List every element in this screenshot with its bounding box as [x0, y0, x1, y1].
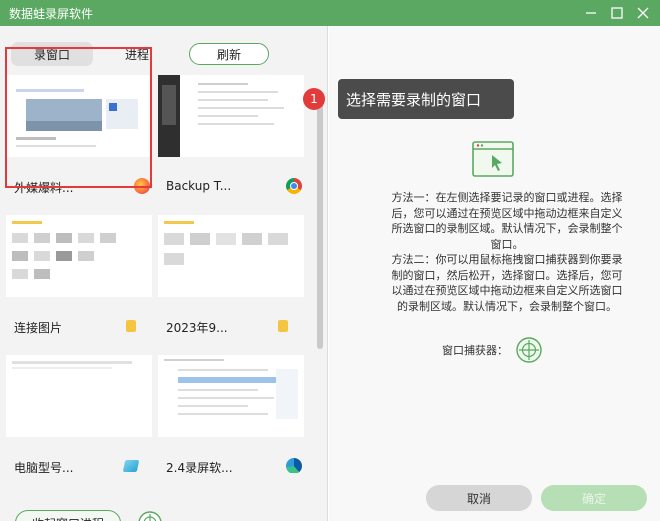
window-card-label: 2.4录屏软... — [166, 461, 233, 473]
window-card-label: 2023年9... — [166, 321, 228, 335]
window-list-panel: 录窗口 进程 刷新 外媒爆料... Backup T... 连接图片 2023年… — [0, 26, 328, 521]
window-card-label: 电脑型号... — [14, 461, 74, 473]
window-capturer-label: 窗口捕获器： — [442, 344, 508, 357]
instruction-method2: 方法二：你可以用鼠标拖拽窗口捕获器到你要录制的窗口，然后松开，选择窗口。选择后，… — [391, 253, 623, 313]
confirm-button[interactable]: 确定 — [541, 485, 647, 511]
note-icon — [122, 460, 140, 472]
window-list-scrollbar[interactable] — [316, 99, 324, 473]
chrome-icon — [286, 178, 302, 194]
tab-record-window[interactable]: 录窗口 — [11, 42, 93, 66]
window-grid: 外媒爆料... Backup T... 连接图片 2023年9... 电脑型号.… — [0, 69, 328, 473]
folder-icon — [278, 320, 288, 332]
instruction-method1: 方法一：在左侧选择要记录的窗口或进程。选择后，您可以通过在预览区域中拖动边框来自… — [391, 191, 623, 251]
window-thumbnail — [6, 355, 152, 437]
left-footer: 收起窗口进程 — [0, 496, 328, 521]
window-card-label: Backup T... — [166, 179, 232, 193]
window-select-icon — [472, 141, 514, 177]
window-thumbnail — [158, 355, 304, 437]
title-bar: 数据蛙录屏软件 — [0, 0, 660, 26]
scrollbar-thumb[interactable] — [317, 99, 323, 349]
window-card-label: 外媒爆料... — [14, 181, 74, 195]
step-badge: 1 — [303, 88, 325, 110]
tab-process[interactable]: 进程 — [96, 42, 178, 66]
close-button[interactable] — [630, 0, 656, 26]
cancel-button[interactable]: 取消 — [426, 485, 532, 511]
firefox-icon — [134, 178, 150, 194]
window-card-label: 连接图片 — [14, 321, 63, 335]
window-thumbnail — [158, 215, 304, 297]
tooltip: 选择需要录制的窗口 — [338, 79, 514, 119]
folder-icon — [126, 320, 136, 332]
window-thumbnail — [158, 75, 304, 157]
window-thumbnail — [6, 75, 152, 157]
refresh-button[interactable]: 刷新 — [189, 43, 269, 65]
minimize-button[interactable] — [578, 0, 604, 26]
window-thumbnail — [6, 215, 152, 297]
collapse-process-button[interactable]: 收起窗口进程 — [15, 510, 121, 521]
minimize-icon — [586, 12, 596, 14]
crosshair-icon[interactable] — [138, 511, 162, 521]
close-icon — [637, 7, 649, 19]
maximize-icon — [611, 7, 623, 19]
tooltip-text: 选择需要录制的窗口 — [346, 90, 482, 109]
edge-icon — [286, 458, 302, 473]
window-title: 数据蛙录屏软件 — [9, 7, 94, 21]
window-capturer-crosshair-icon[interactable] — [516, 337, 542, 363]
maximize-button[interactable] — [604, 0, 630, 26]
